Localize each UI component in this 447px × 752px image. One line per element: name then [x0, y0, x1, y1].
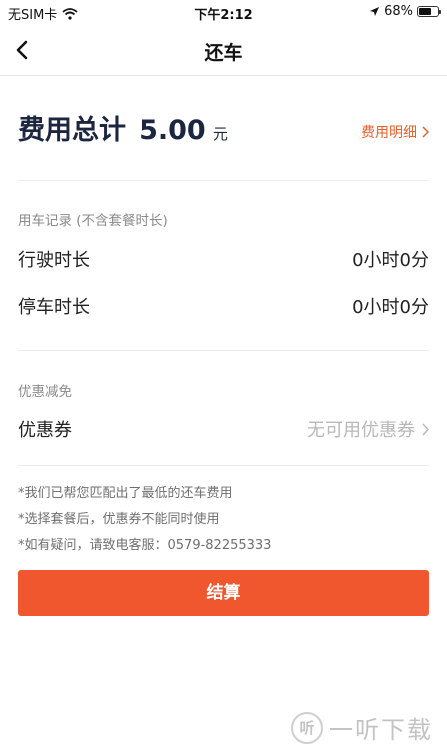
- total-section: 费用总计 5.00 元 费用明细: [18, 108, 429, 158]
- status-right: 68%: [369, 4, 441, 19]
- total-unit: 元: [212, 125, 228, 143]
- divider: [18, 180, 429, 181]
- status-bar: 无SIM卡 下午2:12 68%: [0, 0, 447, 24]
- fee-detail-label: 费用明细: [361, 125, 417, 141]
- total-amount: 5.00: [139, 115, 206, 146]
- battery-icon: [417, 6, 441, 17]
- driving-duration-label: 行驶时长: [18, 250, 90, 271]
- battery-fill: [419, 8, 432, 15]
- chevron-right-icon: [422, 422, 429, 436]
- nav-bar: 还车: [0, 24, 447, 76]
- watermark-text: 一听下载: [329, 716, 433, 744]
- settle-button[interactable]: 结算: [18, 570, 429, 616]
- page-title: 还车: [204, 42, 243, 64]
- parking-duration-label: 停车时长: [18, 297, 90, 318]
- usage-section-label: 用车记录 (不含套餐时长): [18, 213, 168, 229]
- note-item: *如有疑问，请致电客服：0579-82255333: [18, 538, 272, 553]
- divider: [18, 350, 429, 351]
- coupon-label: 优惠券: [18, 420, 72, 441]
- driving-duration-row: 行驶时长 0小时0分: [18, 246, 429, 276]
- location-arrow-icon: [370, 7, 380, 16]
- coupon-value-group: 无可用优惠券: [307, 416, 429, 442]
- watermark: 听 一听下载: [291, 710, 433, 745]
- coupon-row[interactable]: 优惠券 无可用优惠券: [18, 416, 429, 446]
- notes-list: *我们已帮您匹配出了最低的还车费用 *选择套餐后，优惠券不能同时使用 *如有疑问…: [18, 481, 271, 559]
- parking-duration-value: 0小时0分: [352, 297, 429, 318]
- divider: [18, 465, 429, 466]
- driving-duration-value: 0小时0分: [352, 250, 429, 271]
- parking-duration-row: 停车时长 0小时0分: [18, 293, 429, 323]
- watermark-logo: 听: [291, 711, 323, 744]
- total-label: 费用总计: [18, 115, 126, 146]
- chevron-right-icon: [422, 126, 429, 138]
- note-item: *我们已帮您匹配出了最低的还车费用: [18, 486, 233, 501]
- battery-percent: 68%: [384, 4, 413, 19]
- coupon-value: 无可用优惠券: [307, 420, 415, 441]
- note-item: *选择套餐后，优惠券不能同时使用: [18, 512, 220, 527]
- fee-detail-link[interactable]: 费用明细: [361, 122, 429, 142]
- discount-section-label: 优惠减免: [18, 384, 72, 400]
